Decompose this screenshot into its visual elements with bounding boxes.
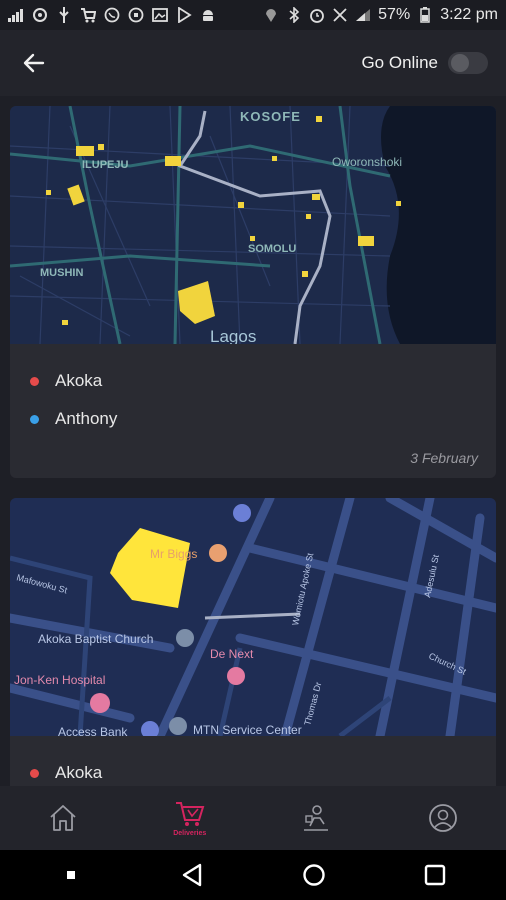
system-navigation-bar xyxy=(0,850,506,900)
system-back-button[interactable] xyxy=(167,855,217,895)
android-icon xyxy=(200,7,216,23)
play-store-icon xyxy=(176,7,192,23)
map-label-mushin: MUSHIN xyxy=(40,267,83,279)
map-label-access-bank: Access Bank xyxy=(58,725,128,736)
dot-icon xyxy=(66,871,75,879)
pickup-label: Akoka xyxy=(55,763,103,782)
pickup-dot-icon xyxy=(30,768,39,778)
trip-stops: Akoka Anthony xyxy=(10,344,496,450)
system-indicators: 57% 3:22 pm xyxy=(263,6,498,24)
system-recents-button[interactable] xyxy=(410,855,460,895)
map-label-de-next: De Next xyxy=(210,647,254,661)
home-icon xyxy=(50,805,76,831)
nav-courier[interactable] xyxy=(276,788,356,848)
battery-percentage: 57% xyxy=(378,6,411,23)
whatsapp-icon xyxy=(104,7,120,23)
map-label-hospital: Jon-Ken Hospital xyxy=(14,673,105,687)
cart-icon xyxy=(80,7,96,23)
trip-stops: Akoka xyxy=(10,736,496,786)
system-home-button[interactable] xyxy=(289,855,339,895)
pickup-stop: Akoka xyxy=(30,754,476,786)
status-bar: 57% 3:22 pm xyxy=(0,0,506,30)
map-label-somolu: SOMOLU xyxy=(248,243,296,255)
triangle-back-icon xyxy=(183,863,202,887)
usb-icon xyxy=(56,7,72,23)
trip-history-list: KOSOFE ILUPEJU SOMOLU MUSHIN Oworonshoki… xyxy=(0,96,506,786)
map-label-mr-biggs: Mr Biggs xyxy=(150,547,197,561)
image-icon xyxy=(152,7,168,23)
map-label-mtn: MTN Service Center xyxy=(193,723,302,736)
arrow-left-icon xyxy=(23,53,45,73)
pickup-label: Akoka xyxy=(55,371,103,390)
back-button[interactable] xyxy=(18,47,50,79)
location-icon xyxy=(263,7,279,23)
map-label-baptist-church: Akoka Baptist Church xyxy=(38,632,153,646)
map-label-ilupeju: ILUPEJU xyxy=(82,159,129,171)
trip-date: 3 February xyxy=(410,450,478,466)
trip-map[interactable]: Mr Biggs Mafowoku St Akoka Baptist Churc… xyxy=(10,498,496,736)
signal-bars-icon xyxy=(8,7,24,23)
nav-home[interactable] xyxy=(23,788,103,848)
data-saver-icon xyxy=(332,7,348,23)
toggle-knob xyxy=(451,54,469,72)
clock: 3:22 pm xyxy=(440,6,498,23)
app-notification-icon xyxy=(32,7,48,23)
trip-map[interactable]: KOSOFE ILUPEJU SOMOLU MUSHIN Oworonshoki… xyxy=(10,106,496,344)
map-label-lagos: Lagos xyxy=(210,327,256,344)
nav-profile[interactable] xyxy=(403,788,483,848)
bluetooth-icon xyxy=(286,7,302,23)
dropoff-stop: Anthony xyxy=(30,400,476,438)
dropoff-dot-icon xyxy=(30,414,39,424)
square-recents-icon xyxy=(425,864,446,886)
trip-card[interactable]: Mr Biggs Mafowoku St Akoka Baptist Churc… xyxy=(10,498,496,786)
notification-icons xyxy=(8,7,216,23)
go-online-label: Go Online xyxy=(361,53,438,72)
deliveries-icon xyxy=(175,801,205,826)
map-label-oworonshoki: Oworonshoki xyxy=(332,155,402,169)
profile-icon xyxy=(428,804,457,832)
system-dot-button[interactable] xyxy=(46,855,96,895)
shield-icon xyxy=(128,7,144,23)
pickup-dot-icon xyxy=(30,376,39,386)
go-online-control: Go Online xyxy=(361,52,488,74)
cell-signal-icon xyxy=(355,7,371,23)
nav-deliveries[interactable]: Deliveries xyxy=(150,788,230,848)
circle-home-icon xyxy=(303,864,325,886)
alarm-icon xyxy=(309,7,325,23)
map-label-kosofe: KOSOFE xyxy=(240,109,301,124)
app-header: Go Online xyxy=(0,30,506,96)
go-online-toggle[interactable] xyxy=(448,52,488,74)
dropoff-label: Anthony xyxy=(55,409,118,428)
battery-icon xyxy=(417,7,433,23)
delivery-person-icon xyxy=(304,805,329,831)
nav-deliveries-label: Deliveries xyxy=(173,829,207,837)
trip-card[interactable]: KOSOFE ILUPEJU SOMOLU MUSHIN Oworonshoki… xyxy=(10,106,496,478)
pickup-stop: Akoka xyxy=(30,362,476,400)
bottom-navigation: Deliveries xyxy=(0,786,506,850)
